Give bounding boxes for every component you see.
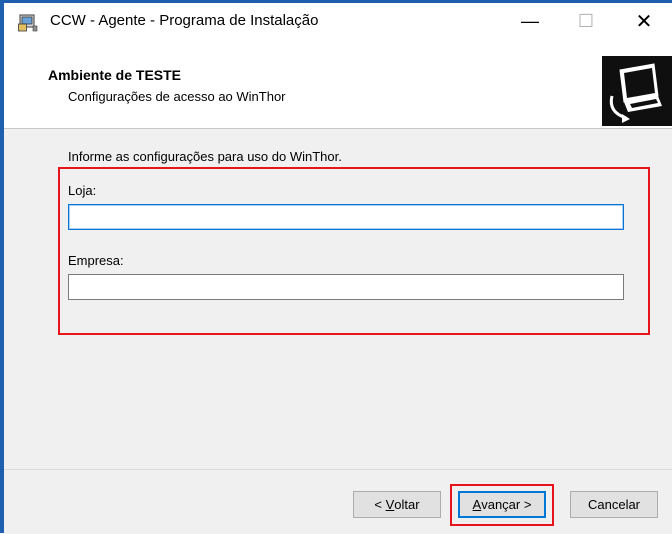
maximize-button[interactable]: ☐ bbox=[558, 3, 614, 39]
loja-label: Loja: bbox=[68, 183, 97, 198]
back-button[interactable]: < Voltar bbox=[353, 491, 441, 518]
next-label-rest: vançar > bbox=[481, 497, 532, 512]
maximize-icon: ☐ bbox=[577, 10, 595, 31]
title-bar[interactable]: CCW - Agente - Programa de Instalação — … bbox=[4, 3, 672, 39]
empresa-label: Empresa: bbox=[68, 253, 124, 268]
close-icon: ✕ bbox=[635, 10, 653, 33]
highlight-box-fields bbox=[58, 167, 650, 335]
back-accelerator: V bbox=[385, 497, 395, 512]
back-label-prefix: < bbox=[374, 497, 386, 512]
next-button[interactable]: Avançar > bbox=[458, 491, 546, 518]
page-title: Ambiente de TESTE bbox=[48, 67, 182, 83]
window-title: CCW - Agente - Programa de Instalação bbox=[50, 12, 319, 29]
cancel-button[interactable]: Cancelar bbox=[570, 491, 658, 518]
installer-icon bbox=[18, 14, 38, 32]
loja-input[interactable] bbox=[68, 204, 624, 230]
minimize-icon: — bbox=[521, 10, 539, 31]
next-accelerator: A bbox=[472, 497, 482, 512]
minimize-button[interactable]: — bbox=[502, 3, 558, 39]
wizard-header: Ambiente de TESTE Configurações de acess… bbox=[4, 39, 672, 129]
computer-install-icon bbox=[602, 56, 672, 126]
info-text: Informe as configurações para uso do Win… bbox=[68, 149, 342, 164]
page-subtitle: Configurações de acesso ao WinThor bbox=[68, 89, 286, 104]
wizard-footer: < Voltar Avançar > Cancelar bbox=[4, 469, 672, 534]
back-label-rest: oltar bbox=[394, 497, 420, 512]
close-button[interactable]: ✕ bbox=[616, 3, 672, 39]
wizard-body: Informe as configurações para uso do Win… bbox=[4, 129, 672, 469]
empresa-input[interactable] bbox=[68, 274, 624, 300]
